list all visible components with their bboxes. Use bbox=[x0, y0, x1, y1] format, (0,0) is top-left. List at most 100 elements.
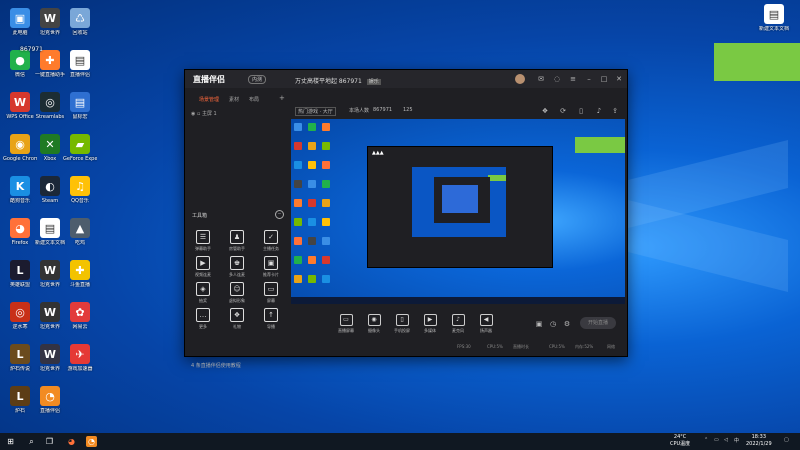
tool-button[interactable]: ↑ 导播 bbox=[257, 308, 285, 330]
preview-desktop-icon bbox=[308, 256, 316, 264]
tool-button[interactable]: ▭ 屏幕 bbox=[257, 282, 285, 304]
desktop-icon[interactable]: ▣ 此电脑 bbox=[3, 8, 37, 36]
notification-icon[interactable]: ▢ bbox=[784, 437, 789, 443]
settings-icon[interactable]: ⚙ bbox=[563, 320, 571, 328]
desktop-icon-label: Google Chrome bbox=[3, 156, 37, 162]
desktop-icon[interactable]: W 坦克世界 bbox=[33, 344, 67, 372]
message-icon[interactable]: ✉ bbox=[537, 75, 545, 83]
bell-icon[interactable]: ♪ bbox=[595, 107, 603, 115]
lock-icon[interactable]: ▫ bbox=[197, 111, 200, 117]
tool-button[interactable]: ◈ 抽奖 bbox=[189, 282, 217, 304]
desktop-icon[interactable]: ✈ 游戏加速器 bbox=[63, 344, 97, 372]
desktop-icon[interactable]: L 炉石传说 bbox=[3, 344, 37, 372]
tray-up-icon[interactable]: ⌃ bbox=[704, 437, 708, 443]
desktop-icon[interactable]: W 坦克世界 bbox=[33, 8, 67, 36]
stream-control-button[interactable]: ▯ 手机投屏 bbox=[389, 314, 415, 334]
avatar[interactable] bbox=[515, 74, 525, 84]
live-companion-taskbar-icon[interactable]: ◔ bbox=[86, 436, 97, 447]
room-tag[interactable]: 娱乐 bbox=[366, 79, 381, 85]
tool-button[interactable]: ▶ 视频连麦 bbox=[189, 256, 217, 278]
desktop-icon[interactable]: ◉ Google Chrome bbox=[3, 134, 37, 162]
desktop-icon[interactable]: ◐ Steam bbox=[33, 176, 67, 204]
desktop-icon[interactable]: ▰ GeForce Experience bbox=[63, 134, 97, 162]
version-badge[interactable]: 内测 bbox=[248, 75, 267, 84]
desktop-icon[interactable]: ✕ Xbox bbox=[33, 134, 67, 162]
skin-icon[interactable]: ◌ bbox=[553, 75, 561, 83]
desktop-icon[interactable]: ✚ 斗鱼直播 bbox=[63, 260, 97, 288]
ime-icon[interactable]: 中 bbox=[734, 437, 739, 444]
gift-icon[interactable]: ❖ bbox=[541, 107, 549, 115]
stream-control-button[interactable]: ▭ 直播屏幕 bbox=[333, 314, 359, 334]
start-live-button[interactable]: 开始直播 bbox=[580, 317, 616, 329]
tool-button[interactable]: ▣ 推荐卡片 bbox=[257, 256, 285, 278]
app-icon: ◎ bbox=[40, 92, 60, 112]
desktop-icon-label: 微信 bbox=[14, 72, 25, 78]
tool-button[interactable]: ♟ 房管助手 bbox=[223, 230, 251, 252]
app-icon: ◕ bbox=[10, 218, 30, 238]
desktop-icon[interactable]: ◎ 逆水寒 bbox=[3, 302, 37, 330]
tutorial-link[interactable]: 4 条直播伴侣使用教程 bbox=[191, 362, 241, 369]
menu-icon[interactable]: ≡ bbox=[569, 75, 577, 83]
desktop-icon[interactable]: W WPS Office bbox=[3, 92, 37, 120]
desktop-icon[interactable]: K 酷狗音乐 bbox=[3, 176, 37, 204]
volume-icon[interactable]: ◁ bbox=[724, 437, 728, 443]
close-icon[interactable]: ✕ bbox=[615, 75, 623, 83]
stream-preview[interactable]: ▲▲▲ bbox=[291, 119, 625, 304]
tab-layout[interactable]: 布局 bbox=[249, 96, 259, 103]
maximize-icon[interactable]: □ bbox=[600, 75, 608, 83]
desktop-icon[interactable]: W 坦克世界 bbox=[33, 260, 67, 288]
phone-icon[interactable]: ▯ bbox=[577, 107, 585, 115]
add-scene-button[interactable]: + bbox=[279, 94, 285, 102]
tool-button[interactable]: ✓ 主播任务 bbox=[257, 230, 285, 252]
tool-button[interactable]: ♚ 多人连麦 bbox=[223, 256, 251, 278]
desktop-file-icon[interactable]: ▤ 新建文本文档 bbox=[757, 4, 791, 32]
app-icon: ▲ bbox=[70, 218, 90, 238]
desktop-icon[interactable]: ♺ 回收站 bbox=[63, 8, 97, 36]
eye-icon[interactable]: ◉ bbox=[191, 111, 195, 117]
scene-row[interactable]: ◉ ▫ 主屏 1 bbox=[191, 110, 217, 117]
tab-assets[interactable]: 素材 bbox=[229, 96, 239, 103]
desktop-icon[interactable]: ✿ 网易云 bbox=[63, 302, 97, 330]
nested-logo: ▲▲▲ bbox=[372, 150, 384, 156]
stream-control-button[interactable]: ◉ 摄像头 bbox=[361, 314, 387, 334]
desktop-icon[interactable]: ▤ 直播伴侣 bbox=[63, 50, 97, 78]
tab-scenes[interactable]: 场景管理 bbox=[199, 96, 219, 103]
tool-button[interactable]: … 更多 bbox=[189, 308, 217, 330]
category-tag[interactable]: 热门游戏 · 大厅 bbox=[295, 107, 336, 116]
desktop-icon[interactable]: ◎ Streamlabs bbox=[33, 92, 67, 120]
stream-control-button[interactable]: ◀ 扬声器 bbox=[473, 314, 499, 334]
desktop-icon[interactable]: ◔ 直播伴侣 bbox=[33, 386, 67, 414]
desktop-icon-label: Firefox bbox=[11, 240, 29, 246]
tool-button[interactable]: ❖ 礼物 bbox=[223, 308, 251, 330]
desktop-icon[interactable]: ✚ 一键直播助手 bbox=[33, 50, 67, 78]
desktop-icon[interactable]: W 坦克世界 bbox=[33, 302, 67, 330]
minimize-icon[interactable]: – bbox=[585, 75, 593, 83]
desktop-icon[interactable]: ▤ 新建文本文档 bbox=[33, 218, 67, 246]
start-windows-icon[interactable]: ⊞ bbox=[5, 436, 16, 447]
timer-icon[interactable]: ◷ bbox=[549, 320, 557, 328]
tool-icon: ♚ bbox=[230, 256, 244, 270]
stream-control-button[interactable]: ♪ 麦克风 bbox=[445, 314, 471, 334]
desktop-icon[interactable]: ● 微信 bbox=[3, 50, 37, 78]
clock[interactable]: 18:33 2022/1/29 bbox=[746, 434, 772, 448]
stream-control-button[interactable]: ▶ 多媒体 bbox=[417, 314, 443, 334]
share-icon[interactable]: ⇪ bbox=[611, 107, 619, 115]
desktop-icon-label: 回收站 bbox=[72, 30, 88, 36]
search-icon[interactable]: ⌕ bbox=[26, 436, 37, 447]
tool-button[interactable]: ☺ 虚拟形象 bbox=[223, 282, 251, 304]
task-view-icon[interactable]: ❐ bbox=[44, 436, 55, 447]
tool-button[interactable]: ☰ 弹幕助手 bbox=[189, 230, 217, 252]
desktop-icon[interactable]: ▤ 鼠标宏 bbox=[63, 92, 97, 120]
app-logo: 直播伴侣 bbox=[193, 75, 225, 84]
weather-widget[interactable]: 24°C CPU温度 bbox=[670, 434, 690, 448]
desktop-icon[interactable]: ♫ QQ音乐 bbox=[63, 176, 97, 204]
desktop-icon[interactable]: L 英雄联盟 bbox=[3, 260, 37, 288]
desktop-icon[interactable]: L 炉石 bbox=[3, 386, 37, 414]
toolbox-collapse-icon[interactable]: − bbox=[275, 210, 284, 219]
desktop-icon[interactable]: ◕ Firefox bbox=[3, 218, 37, 246]
rotate-icon[interactable]: ⟳ bbox=[559, 107, 567, 115]
camera-settings-icon[interactable]: ▣ bbox=[535, 320, 543, 328]
desktop-icon[interactable]: ▲ 吃鸡 bbox=[63, 218, 97, 246]
network-icon[interactable]: ▭ bbox=[714, 437, 719, 443]
firefox-taskbar-icon[interactable]: ◕ bbox=[66, 436, 77, 447]
